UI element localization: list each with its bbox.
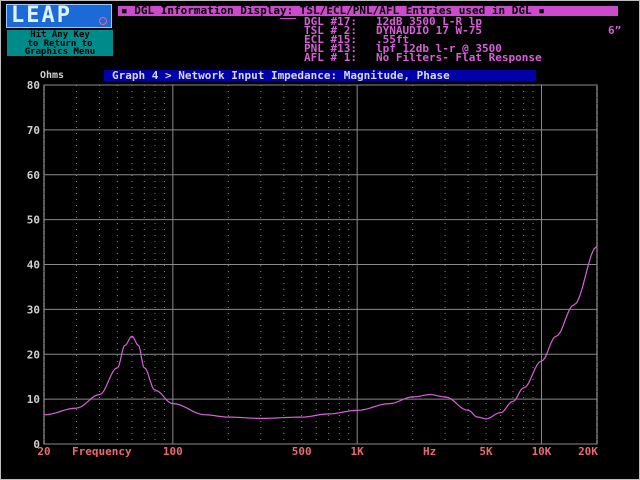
x-tick-label: 1K bbox=[351, 445, 365, 458]
y-tick-label: 50 bbox=[27, 214, 40, 227]
impedance-series-line bbox=[43, 246, 598, 420]
y-tick-label: 40 bbox=[27, 259, 40, 272]
y-tick-label: 20 bbox=[27, 348, 40, 361]
y-axis-labels: 01020304050607080 bbox=[27, 79, 40, 451]
x-unit-label: Hz bbox=[423, 445, 436, 458]
x-tick-label: 10K bbox=[532, 445, 552, 458]
x-tick-label: 500 bbox=[292, 445, 312, 458]
x-tick-label: 20K bbox=[578, 445, 598, 458]
grid bbox=[43, 84, 598, 445]
y-tick-label: 60 bbox=[27, 169, 40, 182]
x-axis-title: Frequency bbox=[72, 445, 132, 458]
x-tick-label: 5K bbox=[479, 445, 493, 458]
y-tick-label: 70 bbox=[27, 124, 40, 137]
impedance-chart: 01020304050607080 20 100 500 1K 5K 10K 20K Fre… bbox=[27, 79, 599, 458]
x-tick-label: 100 bbox=[163, 445, 183, 458]
y-tick-label: 30 bbox=[27, 303, 40, 316]
y-tick-label: 10 bbox=[27, 393, 40, 406]
x-tick-label: 20 bbox=[37, 445, 50, 458]
y-tick-label: 80 bbox=[27, 79, 40, 92]
